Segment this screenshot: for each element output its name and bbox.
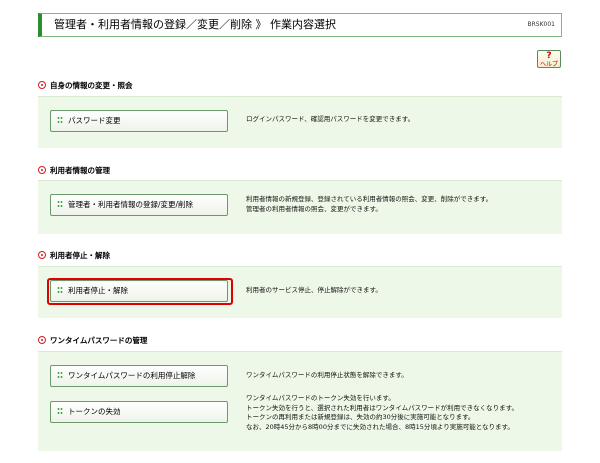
section-bullet-icon xyxy=(38,251,46,259)
token-revoke-desc: ワンタイムパスワードのトークン失効を行います。 トークン失効を行うと、選択された… xyxy=(246,394,518,431)
section-title-stop: 利用者停止・解除 xyxy=(38,250,110,262)
button-dots-icon xyxy=(57,408,63,414)
otp-release-desc: ワンタイムパスワードの利用停止状態を解除できます。 xyxy=(246,371,408,379)
password-change-button[interactable]: パスワード変更 xyxy=(50,110,228,132)
section-title-user-info: 利用者情報の管理 xyxy=(38,165,110,177)
otp-release-button[interactable]: ワンタイムパスワードの利用停止解除 xyxy=(50,365,228,387)
page-header: 管理者・利用者情報の登録／変更／削除 》 作業内容選択 BRSK001 xyxy=(38,13,562,37)
highlight-frame xyxy=(47,278,233,305)
section-title-self: 自身の情報の変更・照会 xyxy=(38,80,133,92)
button-dots-icon xyxy=(57,201,63,207)
help-button[interactable]: ? ヘルプ xyxy=(537,50,561,68)
button-dots-icon xyxy=(57,117,63,123)
help-icon: ? xyxy=(546,51,552,61)
section-bullet-icon xyxy=(38,336,46,344)
token-revoke-button[interactable]: トークンの失効 xyxy=(50,401,228,423)
password-change-desc: ログインパスワード、確認用パスワードを変更できます。 xyxy=(246,115,415,123)
user-stop-desc: 利用者のサービス停止、停止解除ができます。 xyxy=(246,286,382,294)
button-dots-icon xyxy=(57,372,63,378)
section-bullet-icon xyxy=(38,81,46,89)
user-info-desc: 利用者情報の新規登録、登録されている利用者情報の照会、変更、削除ができます。 管… xyxy=(246,195,493,213)
user-register-change-delete-button[interactable]: 管理者・利用者情報の登録/変更/削除 xyxy=(50,194,228,216)
page-title: 管理者・利用者情報の登録／変更／削除 》 作業内容選択 xyxy=(54,18,336,31)
section-title-otp: ワンタイムパスワードの管理 xyxy=(38,335,147,347)
help-label: ヘルプ xyxy=(539,61,558,68)
section-bullet-icon xyxy=(38,166,46,174)
screen-code: BRSK001 xyxy=(527,21,555,28)
